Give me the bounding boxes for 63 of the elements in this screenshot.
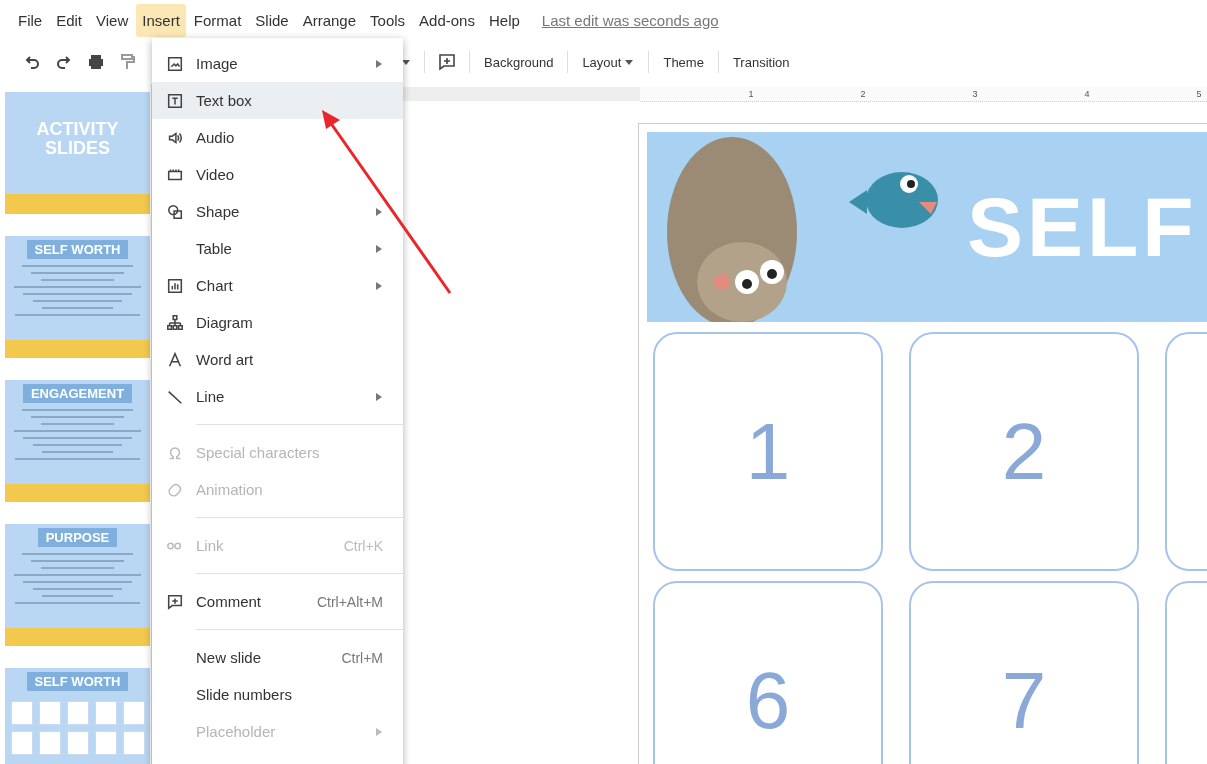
menu-item[interactable]: Tools bbox=[364, 3, 412, 37]
menu-option[interactable]: Word art bbox=[152, 341, 403, 378]
toolbar-button[interactable]: Layout bbox=[580, 50, 637, 74]
shortcut-label: Ctrl+Alt+M bbox=[316, 593, 383, 610]
thumbnail-title: ENGAGEMENT bbox=[22, 384, 133, 403]
ruler-number: 4 bbox=[1083, 89, 1091, 99]
add-comment-icon[interactable] bbox=[437, 52, 457, 72]
menu-item[interactable]: Slide bbox=[249, 3, 295, 37]
menu-item[interactable]: Format bbox=[187, 3, 248, 37]
menu-option[interactable]: Line bbox=[152, 378, 403, 415]
submenu-arrow-icon bbox=[375, 391, 383, 402]
menu-item[interactable]: Add-ons bbox=[413, 3, 481, 37]
menu-item[interactable]: Edit bbox=[50, 3, 89, 37]
print-icon[interactable] bbox=[86, 52, 106, 72]
toolbar-button[interactable]: Theme bbox=[661, 50, 706, 74]
card-number: 1 bbox=[745, 405, 791, 498]
menu-option[interactable]: Diagram bbox=[152, 304, 403, 341]
diagram-icon bbox=[166, 313, 184, 332]
menu-option[interactable]: Audio bbox=[152, 119, 403, 156]
word-art-icon bbox=[166, 350, 184, 369]
thumbnail-title: ACTIVITY SLIDES bbox=[35, 120, 120, 158]
submenu-arrow-icon bbox=[375, 206, 383, 217]
ruler-number: 5 bbox=[1195, 89, 1203, 99]
ruler-number: 1 bbox=[747, 89, 755, 99]
menu-option[interactable]: Table bbox=[152, 230, 403, 267]
thumbnail-title: SELF WORTH bbox=[26, 240, 129, 259]
submenu-arrow-icon bbox=[375, 58, 383, 69]
card-number: 6 bbox=[745, 654, 791, 747]
text-box-icon bbox=[166, 91, 184, 110]
submenu-arrow-icon bbox=[375, 280, 383, 291]
menu-option[interactable]: Image bbox=[152, 45, 403, 82]
caret-icon bbox=[624, 57, 635, 67]
menu-item[interactable]: Help bbox=[482, 3, 526, 37]
submenu-arrow-icon bbox=[375, 243, 383, 254]
thumbnail-title: PURPOSE bbox=[37, 528, 118, 547]
card-number: 2 bbox=[1001, 405, 1047, 498]
comment-icon bbox=[166, 592, 184, 611]
menu-option[interactable]: Slide numbers bbox=[152, 676, 403, 713]
card-number: 7 bbox=[1001, 654, 1047, 747]
ruler-number: 2 bbox=[859, 89, 867, 99]
menu-item[interactable]: File bbox=[12, 3, 49, 37]
menu-item[interactable]: Arrange bbox=[296, 3, 363, 37]
toolbar-button[interactable]: Transition bbox=[730, 50, 792, 74]
shape-icon bbox=[166, 202, 184, 221]
menu-option[interactable]: Comment Ctrl+Alt+M bbox=[152, 583, 403, 620]
toolbar-button[interactable]: Background bbox=[482, 50, 556, 74]
menu-item[interactable]: View bbox=[90, 3, 135, 37]
slide-title: SELF bbox=[967, 178, 1198, 276]
menu-option[interactable]: Video bbox=[152, 156, 403, 193]
ruler-number: 3 bbox=[971, 89, 979, 99]
menu-option[interactable]: Chart bbox=[152, 267, 403, 304]
menu-option[interactable]: Shape bbox=[152, 193, 403, 230]
menu-option[interactable]: New slide Ctrl+M bbox=[152, 639, 403, 676]
chart-icon bbox=[166, 276, 184, 295]
image-icon bbox=[166, 54, 184, 73]
last-edit-link[interactable]: Last edit was seconds ago bbox=[541, 11, 719, 29]
shortcut-label: Ctrl+K bbox=[343, 537, 383, 554]
shortcut-label: Ctrl+M bbox=[341, 649, 383, 666]
menu-item[interactable]: Insert bbox=[136, 3, 186, 37]
thumbnail-title: SELF WORTH bbox=[26, 672, 129, 691]
menu-option[interactable]: Text box bbox=[152, 82, 403, 119]
paint-format-icon[interactable] bbox=[118, 52, 138, 72]
submenu-arrow-icon bbox=[375, 726, 383, 737]
